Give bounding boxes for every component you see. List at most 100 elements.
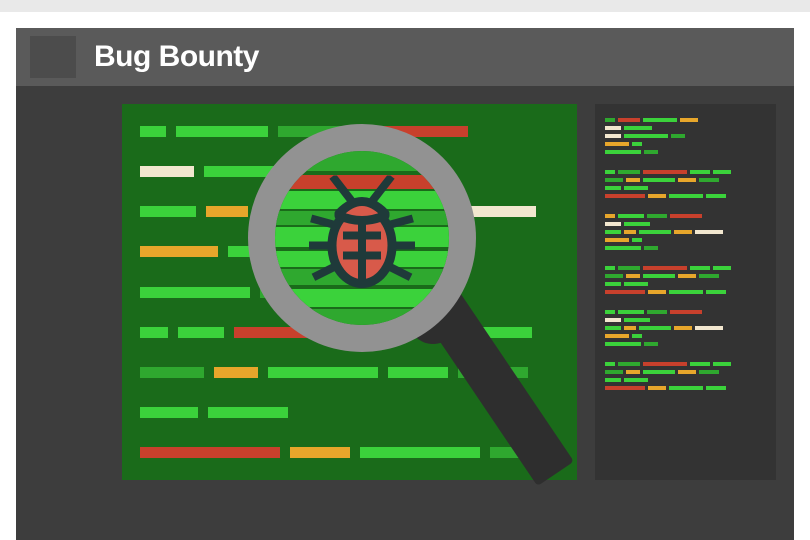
minimap-token bbox=[639, 326, 671, 330]
minimap-token bbox=[647, 310, 667, 314]
minimap-token bbox=[605, 326, 621, 330]
minimap-token bbox=[643, 178, 675, 182]
minimap-token bbox=[605, 318, 621, 322]
minimap-line bbox=[605, 214, 766, 218]
minimap-token bbox=[605, 150, 641, 154]
code-token bbox=[278, 126, 348, 137]
minimap-line bbox=[605, 266, 766, 270]
minimap-token bbox=[605, 118, 615, 122]
minimap-token bbox=[699, 370, 719, 374]
minimap-token bbox=[669, 194, 703, 198]
minimap-token bbox=[690, 362, 710, 366]
code-token bbox=[206, 206, 248, 217]
code-token bbox=[472, 327, 532, 338]
minimap-token bbox=[618, 170, 640, 174]
minimap-line bbox=[605, 370, 766, 374]
minimap-line bbox=[605, 118, 766, 122]
minimap-line bbox=[605, 150, 766, 154]
minimap-line bbox=[605, 178, 766, 182]
code-token bbox=[140, 166, 194, 177]
code-token bbox=[140, 447, 280, 458]
code-token bbox=[228, 246, 258, 257]
code-token bbox=[140, 407, 198, 418]
minimap-line bbox=[605, 326, 766, 330]
minimap-line bbox=[605, 274, 766, 278]
code-line bbox=[140, 287, 559, 298]
minimap-token bbox=[624, 282, 648, 286]
code-token bbox=[140, 206, 196, 217]
minimap-token bbox=[605, 342, 641, 346]
minimap-token bbox=[605, 266, 615, 270]
minimap-token bbox=[690, 170, 710, 174]
minimap-line bbox=[605, 290, 766, 294]
minimap-token bbox=[618, 118, 640, 122]
minimap-token bbox=[605, 238, 629, 242]
minimap-token bbox=[618, 310, 644, 314]
minimap-token bbox=[647, 214, 667, 218]
code-token bbox=[208, 407, 288, 418]
minimap-token bbox=[695, 230, 723, 234]
code-line bbox=[140, 407, 559, 418]
minimap-token bbox=[644, 246, 658, 250]
code-token bbox=[140, 287, 250, 298]
minimap-token bbox=[605, 274, 623, 278]
minimap-line bbox=[605, 386, 766, 390]
minimap-line bbox=[605, 342, 766, 346]
minimap-line bbox=[605, 318, 766, 322]
code-token bbox=[214, 367, 258, 378]
code-line bbox=[140, 447, 559, 458]
minimap-token bbox=[605, 378, 621, 382]
minimap-token bbox=[605, 214, 615, 218]
minimap-line bbox=[605, 238, 766, 242]
minimap-token bbox=[605, 334, 629, 338]
minimap-token bbox=[678, 178, 696, 182]
minimap-token bbox=[648, 290, 666, 294]
minimap-token bbox=[669, 290, 703, 294]
minimap-token bbox=[648, 386, 666, 390]
code-token bbox=[178, 327, 224, 338]
minimap-gap bbox=[605, 158, 766, 166]
code-token bbox=[268, 367, 378, 378]
minimap-token bbox=[632, 142, 642, 146]
minimap-token bbox=[605, 386, 645, 390]
code-token bbox=[140, 246, 218, 257]
minimap-token bbox=[605, 222, 621, 226]
minimap-token bbox=[713, 362, 731, 366]
minimap-token bbox=[605, 230, 621, 234]
minimap-token bbox=[706, 194, 726, 198]
minimap-line bbox=[605, 170, 766, 174]
code-token bbox=[394, 327, 462, 338]
minimap-token bbox=[643, 370, 675, 374]
minimap-token bbox=[624, 318, 650, 322]
window-title: Bug Bounty bbox=[94, 40, 259, 74]
minimap-token bbox=[626, 370, 640, 374]
minimap-token bbox=[632, 238, 642, 242]
minimap-token bbox=[632, 334, 642, 338]
minimap-token bbox=[605, 126, 621, 130]
code-token bbox=[290, 447, 350, 458]
window-top-strip bbox=[0, 0, 810, 12]
minimap-line bbox=[605, 194, 766, 198]
minimap-token bbox=[624, 378, 648, 382]
content-area bbox=[16, 86, 794, 540]
minimap-token bbox=[699, 178, 719, 182]
code-token bbox=[204, 166, 294, 177]
code-token bbox=[258, 206, 358, 217]
minimap-token bbox=[605, 186, 621, 190]
minimap-token bbox=[605, 170, 615, 174]
minimap-token bbox=[671, 134, 685, 138]
minimap-token bbox=[713, 266, 731, 270]
minimap-token bbox=[605, 142, 629, 146]
minimap-token bbox=[626, 274, 640, 278]
code-token bbox=[358, 126, 468, 137]
code-token bbox=[360, 447, 480, 458]
minimap-token bbox=[648, 194, 666, 198]
minimap-token bbox=[605, 194, 645, 198]
titlebar: Bug Bounty bbox=[16, 28, 794, 86]
minimap-token bbox=[670, 310, 702, 314]
code-panel-minimap bbox=[595, 104, 776, 480]
minimap-token bbox=[644, 342, 658, 346]
minimap-token bbox=[624, 126, 652, 130]
minimap-token bbox=[706, 386, 726, 390]
minimap-token bbox=[605, 246, 641, 250]
